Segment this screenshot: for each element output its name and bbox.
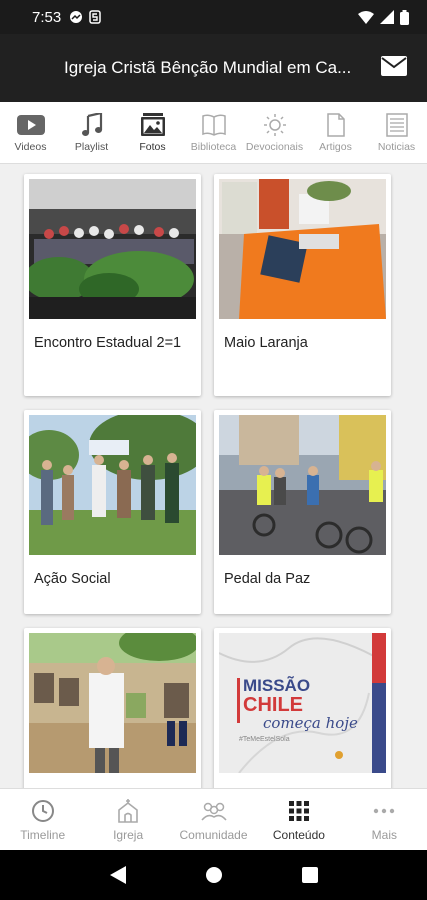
- poster-title-line1: MISSÃO: [243, 675, 310, 695]
- signal-icon: [380, 10, 394, 24]
- more-icon: [374, 808, 395, 814]
- album-photo: [29, 179, 196, 319]
- tab-label: Biblioteca: [190, 141, 237, 153]
- nav-label: Timeline: [20, 828, 66, 842]
- tab-artigos[interactable]: Artigos: [305, 102, 366, 163]
- tab-label: Noticias: [377, 141, 416, 153]
- sun-icon: [263, 114, 286, 136]
- church-icon: [118, 799, 138, 823]
- album-photo: [29, 633, 196, 773]
- bottom-navigation: Timeline Igreja Comunidade Conteúdo Mais: [0, 788, 427, 850]
- nav-mais[interactable]: Mais: [342, 789, 427, 850]
- poster-hashtag: #TeMeEstelSola: [239, 736, 290, 743]
- home-icon[interactable]: [205, 866, 223, 884]
- photo-icon: [140, 113, 165, 136]
- tab-label: Playlist: [74, 141, 109, 153]
- nav-label: Conteúdo: [272, 828, 325, 842]
- news-icon: [385, 113, 408, 137]
- app-bar: Igreja Cristã Bênção Mundial em Ca...: [0, 34, 427, 102]
- nav-label: Mais: [371, 828, 397, 842]
- recents-icon[interactable]: [301, 867, 318, 883]
- album-card[interactable]: MISSÃO CHILE começa hoje #TeMeEstelSola: [214, 628, 391, 788]
- wifi-icon: [358, 10, 374, 24]
- album-photo: MISSÃO CHILE começa hoje #TeMeEstelSola: [219, 633, 386, 773]
- nav-label: Igreja: [113, 828, 144, 842]
- shield-s-icon: [89, 10, 101, 24]
- album-caption: Maio Laranja: [224, 335, 308, 351]
- document-icon: [326, 113, 345, 137]
- music-note-icon: [81, 113, 102, 136]
- page-title: Igreja Cristã Bênção Mundial em Ca...: [64, 58, 352, 77]
- content-tabs: Videos Playlist Fotos Biblioteca Devocio…: [0, 102, 427, 164]
- tab-label: Fotos: [139, 141, 166, 153]
- album-card[interactable]: [24, 628, 201, 788]
- status-bar: 7:53: [0, 0, 427, 34]
- clock-icon: [31, 800, 54, 822]
- album-caption: Ação Social: [34, 571, 111, 587]
- album-photo: [219, 415, 386, 555]
- album-photo: [219, 179, 386, 319]
- album-photo: [29, 415, 196, 555]
- album-card[interactable]: Encontro Estadual 2=1: [24, 174, 201, 396]
- tab-label: Videos: [14, 141, 47, 153]
- nav-label: Comunidade: [179, 828, 248, 842]
- community-icon: [200, 802, 227, 821]
- back-icon[interactable]: [109, 866, 126, 884]
- tab-videos[interactable]: Videos: [0, 102, 61, 163]
- book-icon: [201, 114, 226, 136]
- album-card[interactable]: Maio Laranja: [214, 174, 391, 396]
- mail-icon[interactable]: [381, 56, 407, 76]
- poster-title-line2: CHILE: [243, 694, 303, 716]
- system-navigation-bar: [0, 850, 427, 900]
- nav-igreja[interactable]: Igreja: [85, 789, 170, 850]
- album-caption: Pedal da Paz: [224, 571, 311, 587]
- battery-icon: [400, 9, 409, 25]
- messenger-icon: [70, 11, 83, 23]
- tab-devocionais[interactable]: Devocionais: [244, 102, 305, 163]
- photo-album-grid: Encontro Estadual 2=1 Maio Laranja Ação …: [0, 164, 427, 788]
- clock-time: 7:53: [32, 8, 62, 26]
- nav-conteudo[interactable]: Conteúdo: [256, 789, 341, 850]
- tab-biblioteca[interactable]: Biblioteca: [183, 102, 244, 163]
- album-caption: Encontro Estadual 2=1: [34, 335, 182, 351]
- nav-comunidade[interactable]: Comunidade: [171, 789, 256, 850]
- tab-noticias[interactable]: Noticias: [366, 102, 427, 163]
- album-card[interactable]: Pedal da Paz: [214, 410, 391, 614]
- tab-fotos[interactable]: Fotos: [122, 102, 183, 163]
- album-card[interactable]: Ação Social: [24, 410, 201, 614]
- grid-icon: [288, 801, 309, 821]
- tab-playlist[interactable]: Playlist: [61, 102, 122, 163]
- nav-timeline[interactable]: Timeline: [0, 789, 85, 850]
- poster-subtitle: começa hoje: [263, 714, 358, 732]
- tab-label: Artigos: [319, 141, 352, 153]
- video-icon: [16, 115, 45, 135]
- tab-label: Devocionais: [245, 141, 304, 153]
